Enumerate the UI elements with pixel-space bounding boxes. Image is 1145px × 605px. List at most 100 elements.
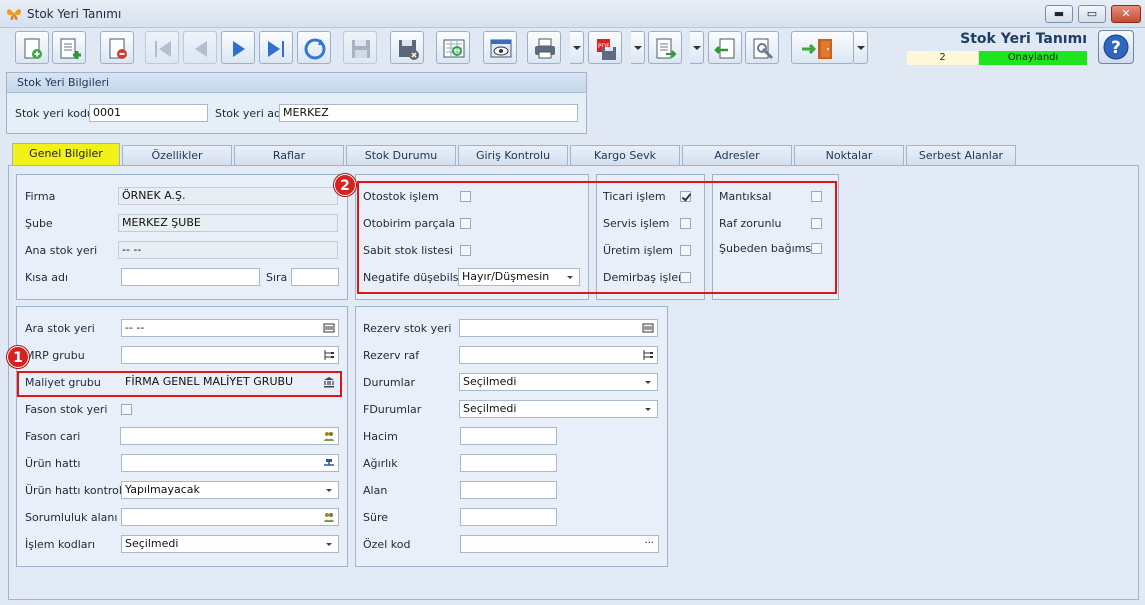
print-button[interactable] xyxy=(527,31,561,64)
kisa-adi-input[interactable] xyxy=(121,268,260,286)
tab-serbest-alanlar[interactable]: Serbest Alanlar xyxy=(906,145,1016,165)
urun-hatti-kontrolu-select[interactable]: Yapılmayacak xyxy=(121,481,339,499)
islem-kodlari-select[interactable]: Seçilmedi xyxy=(121,535,339,553)
sira-input[interactable] xyxy=(291,268,339,286)
pdf-export-dropdown[interactable] xyxy=(631,31,645,64)
people-icon[interactable] xyxy=(323,430,335,442)
stok-yeri-kodu-label: Stok yeri kodu xyxy=(15,107,94,120)
title-bar: Stok Yeri Tanımı ▬ ▭ ✕ xyxy=(0,0,1145,28)
tab-kargo-sevk[interactable]: Kargo Sevk xyxy=(570,145,680,165)
first-record-button[interactable] xyxy=(145,31,179,64)
firma-field: ÖRNEK A.Ş. xyxy=(118,187,338,205)
mrp-grubu-label: MRP grubu xyxy=(25,349,85,362)
agirlik-input[interactable] xyxy=(460,454,557,472)
fason-cari-input[interactable] xyxy=(120,427,339,445)
maximize-button[interactable]: ▭ xyxy=(1078,5,1106,23)
firma-label: Firma xyxy=(25,190,56,203)
save-icon xyxy=(352,40,370,58)
hacim-input[interactable] xyxy=(460,427,557,445)
group-title: Stok Yeri Bilgileri xyxy=(7,73,586,93)
exit-button[interactable] xyxy=(791,31,854,64)
new-record-icon xyxy=(24,38,42,59)
tab-genel-bilgiler[interactable]: Genel Bilgiler xyxy=(12,143,120,166)
view-button[interactable] xyxy=(483,31,517,64)
production-line-icon[interactable] xyxy=(323,457,335,469)
refresh-button[interactable] xyxy=(297,31,331,64)
barcode-icon[interactable] xyxy=(642,322,654,334)
fdurumlar-select[interactable]: Seçilmedi xyxy=(459,400,658,418)
barcode-icon[interactable] xyxy=(323,322,335,334)
sube-label: Şube xyxy=(25,217,53,230)
add-record-icon xyxy=(60,38,81,59)
rezerv-raf-input[interactable] xyxy=(459,346,658,364)
ara-stok-yeri-label: Ara stok yeri xyxy=(25,322,95,335)
rezerv-stok-yeri-input[interactable] xyxy=(459,319,658,337)
import-icon xyxy=(714,38,735,59)
stok-yeri-kodu-input[interactable]: 0001 xyxy=(89,104,208,122)
previous-record-button[interactable] xyxy=(183,31,217,64)
rezerv-raf-label: Rezerv raf xyxy=(363,349,420,362)
last-record-button[interactable] xyxy=(259,31,293,64)
export-dropdown[interactable] xyxy=(690,31,704,64)
stok-yeri-adi-label: Stok yeri adı xyxy=(215,107,285,120)
alan-input[interactable] xyxy=(460,481,557,499)
ozel-kod-input[interactable]: ··· xyxy=(460,535,659,553)
people-icon[interactable] xyxy=(323,511,335,523)
preview-button[interactable] xyxy=(436,31,470,64)
save-cancel-button[interactable] xyxy=(390,31,424,64)
stok-yeri-bilgileri-group: Stok Yeri Bilgileri xyxy=(6,72,587,134)
last-record-icon xyxy=(268,41,284,57)
sure-input[interactable] xyxy=(460,508,557,526)
durumlar-label: Durumlar xyxy=(363,376,415,389)
maliyet-grubu-highlight xyxy=(17,371,342,397)
tools-button[interactable] xyxy=(745,31,779,64)
ara-stok-yeri-value: -- -- xyxy=(125,321,145,334)
new-record-button[interactable] xyxy=(15,31,49,64)
maximize-icon: ▭ xyxy=(1086,7,1098,20)
annotation-badge-1: 1 xyxy=(7,346,29,368)
next-record-button[interactable] xyxy=(221,31,255,64)
sira-label: Sıra xyxy=(266,271,288,284)
previous-record-icon xyxy=(195,41,207,57)
fason-stok-yeri-label: Fason stok yeri xyxy=(25,403,108,416)
delete-record-button[interactable] xyxy=(100,31,134,64)
save-cancel-icon xyxy=(399,40,419,60)
ellipsis-icon[interactable]: ··· xyxy=(644,536,654,552)
next-record-icon xyxy=(233,41,245,57)
refresh-icon xyxy=(304,38,326,60)
durumlar-select[interactable]: Seçilmedi xyxy=(459,373,658,391)
close-button[interactable]: ✕ xyxy=(1111,5,1141,23)
tab-adresler[interactable]: Adresler xyxy=(682,145,792,165)
pdf-export-button[interactable]: PDF xyxy=(588,31,622,64)
ara-stok-yeri-input[interactable]: -- -- xyxy=(121,319,339,337)
tab-stok-durumu[interactable]: Stok Durumu xyxy=(346,145,456,165)
import-button[interactable] xyxy=(708,31,742,64)
add-record-button[interactable] xyxy=(52,31,86,64)
tab-ozellikler[interactable]: Özellikler xyxy=(122,145,232,165)
minimize-icon: ▬ xyxy=(1053,7,1065,20)
first-record-icon xyxy=(155,41,171,57)
minimize-button[interactable]: ▬ xyxy=(1045,5,1073,23)
urun-hatti-input[interactable] xyxy=(121,454,339,472)
tree-icon[interactable] xyxy=(642,349,654,361)
save-button[interactable] xyxy=(343,31,377,64)
exit-dropdown[interactable] xyxy=(854,31,868,64)
sorumluluk-alani-input[interactable] xyxy=(121,508,339,526)
urun-hatti-kontrolu-label: Ürün hattı kontrolü xyxy=(25,484,129,497)
print-dropdown[interactable] xyxy=(570,31,584,64)
sorumluluk-alani-label: Sorumluluk alanı xyxy=(25,511,118,524)
export-button[interactable] xyxy=(648,31,682,64)
delete-record-icon xyxy=(109,38,127,59)
svg-text:?: ? xyxy=(1111,38,1121,58)
tab-giris-kontrolu[interactable]: Giriş Kontrolu xyxy=(458,145,568,165)
tools-icon xyxy=(753,38,774,60)
tab-noktalar[interactable]: Noktalar xyxy=(794,145,904,165)
tab-raflar[interactable]: Raflar xyxy=(234,145,344,165)
mrp-grubu-input[interactable] xyxy=(121,346,339,364)
tree-icon[interactable] xyxy=(323,349,335,361)
view-icon xyxy=(490,39,512,58)
help-button[interactable]: ? xyxy=(1098,30,1134,64)
stok-yeri-adi-input[interactable]: MERKEZ xyxy=(279,104,578,122)
flags-highlight xyxy=(357,181,837,294)
fason-stok-yeri-checkbox[interactable] xyxy=(121,404,132,415)
